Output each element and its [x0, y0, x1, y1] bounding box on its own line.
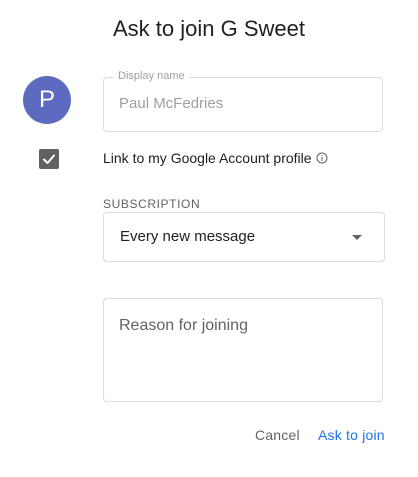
reason-placeholder: Reason for joining [119, 317, 248, 334]
cancel-button[interactable]: Cancel [255, 427, 300, 443]
reason-textarea[interactable]: Reason for joining [103, 298, 383, 402]
display-name-value: Paul McFedries [119, 95, 224, 112]
link-account-label: Link to my Google Account profile [103, 150, 312, 166]
avatar: P [23, 76, 71, 124]
dropdown-arrow-icon [352, 235, 362, 240]
subscription-selected-value: Every new message [120, 228, 256, 245]
link-account-checkbox[interactable] [39, 149, 59, 169]
subscription-select[interactable]: Every new message [103, 212, 385, 262]
subscription-label: SUBSCRIPTION [103, 197, 201, 211]
display-name-field[interactable]: Display name Paul McFedries [103, 70, 383, 132]
checkmark-icon [43, 154, 55, 164]
display-name-label: Display name [114, 70, 189, 82]
info-icon[interactable] [316, 152, 328, 164]
ask-to-join-button[interactable]: Ask to join [318, 427, 385, 443]
link-account-row: Link to my Google Account profile [103, 150, 328, 166]
dialog-title: Ask to join G Sweet [113, 16, 305, 41]
